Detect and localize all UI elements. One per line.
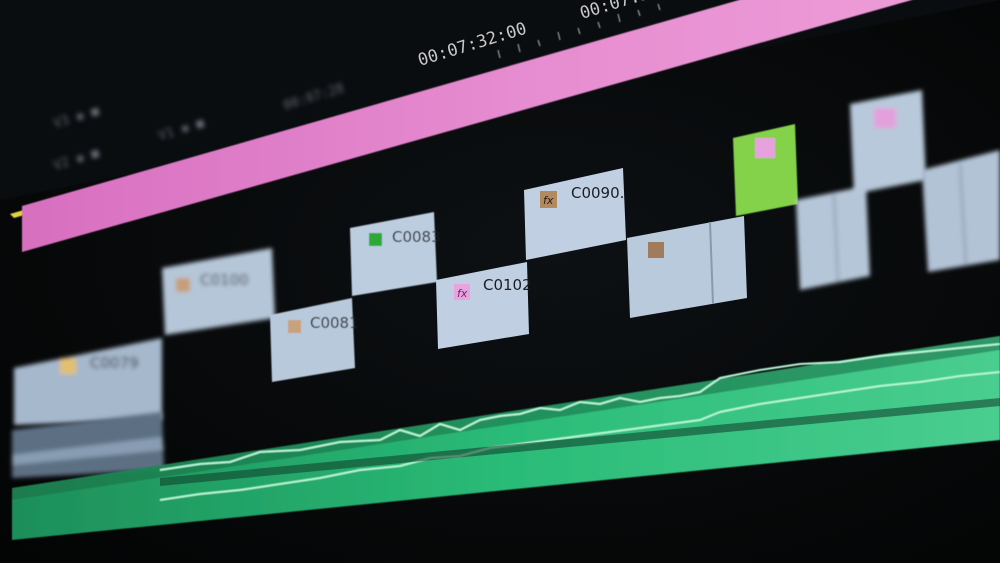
- timeline-panel: 00:07:32:00 00:07:3 00:07:28 V3 ◉ ■ V2 ◉…: [0, 0, 1000, 540]
- editor-screen: 00:07:32:00 00:07:3 00:07:28 V3 ◉ ■ V2 ◉…: [0, 0, 1000, 563]
